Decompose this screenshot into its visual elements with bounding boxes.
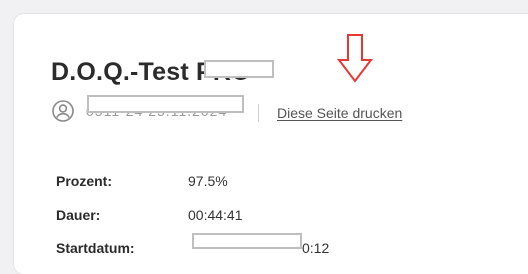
print-page-link[interactable]: Diese Seite drucken xyxy=(277,105,402,121)
redaction-box xyxy=(87,95,244,113)
stat-value-duration: 00:44:41 xyxy=(188,207,243,223)
stat-value-percent: 97.5% xyxy=(188,173,228,189)
down-arrow-annotation-icon xyxy=(336,34,374,83)
stat-value-startdate: 0:12 xyxy=(302,240,330,256)
redaction-box xyxy=(192,233,302,249)
stat-label-duration: Dauer: xyxy=(56,207,101,223)
stat-label-percent: Prozent: xyxy=(56,173,112,189)
stat-label-startdate: Startdatum: xyxy=(56,240,135,256)
redaction-box xyxy=(204,60,274,78)
divider xyxy=(258,104,259,122)
user-icon xyxy=(52,100,74,122)
